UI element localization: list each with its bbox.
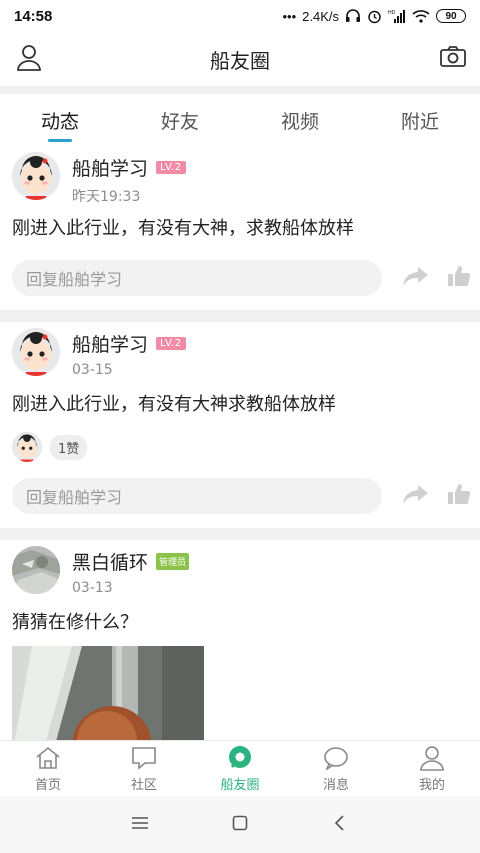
status-dots: •••: [282, 8, 297, 24]
post-card: 船舶学习 LV.2 昨天19:33 刚进入此行业，有没有大神，求教船体放样 回复…: [0, 146, 480, 310]
nav-messages[interactable]: 消息: [288, 741, 384, 796]
post-time: 昨天19:33: [72, 189, 141, 205]
post-divider: [0, 310, 480, 322]
bottom-navigation: 首页 社区 船友圈 消息 我的: [0, 740, 480, 796]
nav-label: 我的: [418, 777, 445, 793]
profile-icon: [15, 43, 43, 75]
back-button[interactable]: [320, 805, 360, 845]
active-tab-indicator: [48, 139, 72, 142]
level-badge: LV.2: [156, 161, 186, 174]
alarm-icon: [367, 9, 382, 24]
user-icon: [419, 745, 445, 771]
profile-button[interactable]: [12, 42, 46, 76]
system-navigation: [0, 796, 480, 853]
status-bar: 14:58 ••• 2.4K/s HD 90: [0, 0, 480, 32]
tab-label: 附近: [400, 110, 439, 133]
like-count[interactable]: 1赞: [50, 434, 88, 460]
signal-icon: HD: [388, 9, 406, 23]
post-actions: 回复船舶学习: [12, 468, 471, 528]
nav-me[interactable]: 我的: [384, 741, 480, 796]
avatar[interactable]: [12, 328, 60, 376]
post-content: 刚进入此行业，有没有大神求教船体放样: [12, 394, 336, 415]
admin-badge: 管理员: [156, 553, 190, 570]
wifi-icon: [412, 9, 430, 23]
thumbs-up-icon: [447, 482, 471, 510]
post-time: 03-15: [72, 362, 113, 378]
level-badge: LV.2: [156, 337, 186, 350]
post-card: 船舶学习 LV.2 03-15 刚进入此行业，有没有大神求教船体放样 1赞 回复…: [0, 322, 480, 528]
author-name: 黑白循环: [72, 552, 149, 574]
post-content: 猜猜在修什么？: [12, 612, 138, 633]
feed-tabs: 动态 好友 视频 附近: [0, 94, 480, 146]
tab-label: 视频: [280, 110, 319, 133]
tab-friends[interactable]: 好友: [120, 94, 240, 146]
post-header: 船舶学习 LV.2 03-15: [12, 322, 468, 386]
post-time: 03-13: [72, 580, 113, 596]
chevron-left-icon: [334, 814, 346, 835]
camera-button[interactable]: [436, 42, 470, 76]
headphones-icon: [345, 9, 361, 23]
app-header: 船友圈: [0, 32, 480, 86]
nav-ship-friends[interactable]: 船友圈: [192, 741, 288, 796]
post-image[interactable]: [12, 646, 204, 740]
share-icon: [401, 265, 429, 291]
author-name: 船舶学习: [72, 158, 149, 180]
post-actions: 回复船舶学习: [12, 250, 471, 310]
square-icon: [232, 815, 248, 835]
nav-label: 首页: [34, 777, 61, 793]
post-divider: [0, 528, 480, 540]
liker-avatar[interactable]: [12, 432, 42, 462]
likes-row: 1赞: [12, 426, 468, 468]
thumbs-up-icon: [447, 264, 471, 292]
tab-label: 动态: [40, 110, 79, 133]
post-card: 黑白循环 管理员 03-13 猜猜在修什么？: [0, 540, 480, 740]
post-author[interactable]: 黑白循环 管理员: [72, 548, 190, 575]
menu-icon: [131, 815, 149, 834]
nav-label: 社区: [130, 777, 157, 793]
header-divider: [0, 86, 480, 94]
camera-icon: [439, 45, 467, 73]
home-icon: [35, 745, 61, 771]
circle-message-icon: [227, 745, 253, 771]
tab-moments[interactable]: 动态: [0, 94, 120, 146]
post-header: 黑白循环 管理员 03-13: [12, 540, 468, 604]
nav-home[interactable]: 首页: [0, 741, 96, 796]
like-button[interactable]: [444, 264, 474, 292]
tab-videos[interactable]: 视频: [240, 94, 360, 146]
status-indicators: ••• 2.4K/s HD 90: [282, 9, 466, 24]
message-bubble-icon: [323, 745, 349, 771]
post-author[interactable]: 船舶学习 LV.2: [72, 154, 186, 181]
share-button[interactable]: [400, 264, 430, 292]
share-button[interactable]: [400, 482, 430, 510]
avatar[interactable]: [12, 152, 60, 200]
battery-indicator: 90: [436, 9, 466, 23]
tab-nearby[interactable]: 附近: [360, 94, 480, 146]
reply-input[interactable]: 回复船舶学习: [12, 260, 382, 296]
home-system-button[interactable]: [220, 805, 260, 845]
nav-label: 船友圈: [220, 777, 260, 793]
post-header: 船舶学习 LV.2 昨天19:33: [12, 146, 468, 210]
share-icon: [401, 483, 429, 509]
net-speed: 2.4K/s: [302, 8, 339, 24]
post-author[interactable]: 船舶学习 LV.2: [72, 330, 186, 357]
nav-community[interactable]: 社区: [96, 741, 192, 796]
recents-button[interactable]: [120, 805, 160, 845]
status-time: 14:58: [14, 7, 53, 25]
nav-label: 消息: [322, 777, 349, 793]
avatar[interactable]: [12, 546, 60, 594]
chat-square-icon: [131, 745, 157, 771]
hd-label: HD: [388, 10, 396, 16]
like-button[interactable]: [444, 482, 474, 510]
post-content: 刚进入此行业，有没有大神，求教船体放样: [12, 218, 354, 239]
reply-input[interactable]: 回复船舶学习: [12, 478, 382, 514]
feed-list[interactable]: 船舶学习 LV.2 昨天19:33 刚进入此行业，有没有大神，求教船体放样 回复…: [0, 146, 480, 740]
tab-label: 好友: [160, 110, 199, 133]
page-title: 船友圈: [210, 48, 270, 73]
author-name: 船舶学习: [72, 334, 149, 356]
